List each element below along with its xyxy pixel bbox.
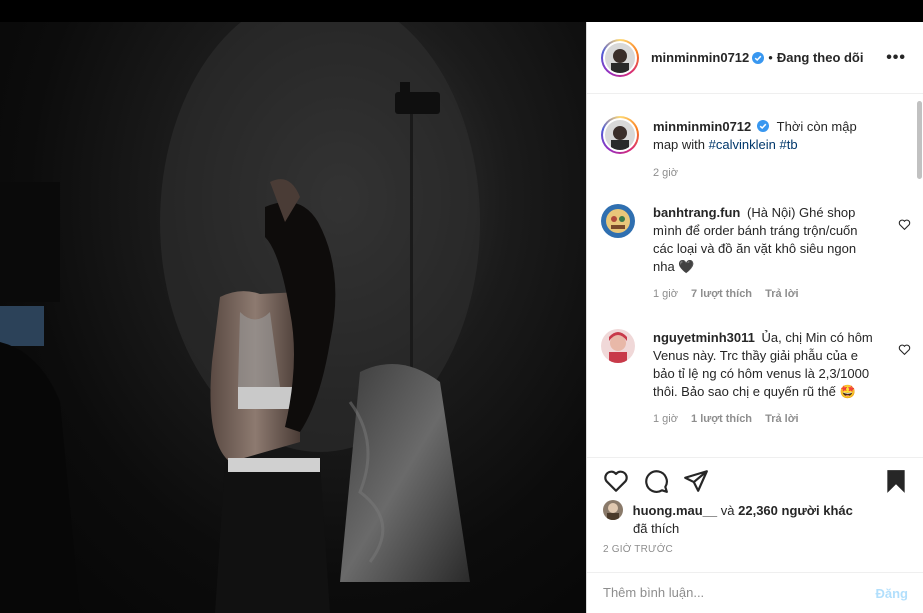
bookmark-icon[interactable] xyxy=(883,468,909,494)
instagram-post-modal: minminmin0712 • Đang theo dõi ••• minmin… xyxy=(0,0,923,613)
comment-input[interactable] xyxy=(603,585,853,600)
separator-dot: • xyxy=(768,50,773,65)
commenter-avatar[interactable] xyxy=(601,329,635,363)
top-bar xyxy=(0,0,923,22)
comment-meta: 1 giờ 1 lượt thích Trả lời xyxy=(653,413,901,425)
likes-suffix: đã thích xyxy=(633,521,680,536)
comment-body: banhtrang.fun (Hà Nội) Ghé shop mình để … xyxy=(653,204,875,276)
scrollbar[interactable] xyxy=(917,101,922,179)
post-timestamp[interactable]: 2 GIỜ TRƯỚC xyxy=(603,544,673,555)
comment-item: banhtrang.fun (Hà Nội) Ghé shop mình để … xyxy=(601,204,911,300)
comments-list[interactable]: minminmin0712 Thời còn mập map with #cal… xyxy=(587,95,923,457)
add-comment-bar: Đăng xyxy=(587,572,923,613)
likes-connector: và xyxy=(720,503,735,518)
caption-avatar-ring[interactable] xyxy=(601,116,639,154)
comment-username[interactable]: banhtrang.fun xyxy=(653,205,740,220)
comment-body: nguyetminh3011 Ủa, chị Min có hôm Venus … xyxy=(653,329,875,401)
caption-meta: 2 giờ xyxy=(653,167,901,179)
comment-likes[interactable]: 1 lượt thích xyxy=(691,413,752,425)
comment-item: nguyetminh3011 Ủa, chị Min có hôm Venus … xyxy=(601,329,911,425)
post-photo[interactable] xyxy=(0,22,586,613)
liker-username[interactable]: huong.mau__ xyxy=(633,503,718,518)
comment-likes[interactable]: 7 lượt thích xyxy=(691,288,752,300)
share-icon[interactable] xyxy=(683,468,709,494)
reply-button[interactable]: Trả lời xyxy=(765,288,799,300)
verified-badge-icon xyxy=(752,51,765,64)
post-comment-button[interactable]: Đăng xyxy=(876,586,909,601)
caption-body: minminmin0712 Thời còn mập map with #cal… xyxy=(653,116,875,154)
heart-icon[interactable] xyxy=(898,218,911,231)
reply-button[interactable]: Trả lời xyxy=(765,413,799,425)
likes-summary: huong.mau__ và 22,360 người khác đã thíc… xyxy=(603,500,913,538)
comment-time[interactable]: 1 giờ xyxy=(653,288,678,300)
caption-time[interactable]: 2 giờ xyxy=(653,167,678,179)
liker-avatar[interactable] xyxy=(603,500,623,520)
heart-icon[interactable] xyxy=(603,468,629,494)
caption-username[interactable]: minminmin0712 xyxy=(653,119,751,134)
comment-username[interactable]: nguyetminh3011 xyxy=(653,330,755,345)
comment-meta: 1 giờ 7 lượt thích Trả lời xyxy=(653,288,901,300)
verified-badge-icon xyxy=(757,120,770,132)
header-text: minminmin0712 • Đang theo dõi xyxy=(651,50,864,65)
caption-avatar xyxy=(605,120,635,150)
heart-icon[interactable] xyxy=(898,343,911,356)
author-avatar xyxy=(605,42,635,73)
caption: minminmin0712 Thời còn mập map with #cal… xyxy=(601,116,901,179)
likes-count[interactable]: 22,360 người khác xyxy=(738,503,853,518)
action-bar xyxy=(587,457,923,497)
comment-icon[interactable] xyxy=(643,468,669,494)
post-header: minminmin0712 • Đang theo dõi ••• xyxy=(587,22,923,94)
hashtag-calvinklein[interactable]: #calvinklein xyxy=(709,137,776,152)
author-username[interactable]: minminmin0712 xyxy=(651,50,749,65)
more-options-icon[interactable]: ••• xyxy=(886,49,906,67)
photo-illustration xyxy=(0,22,480,613)
following-button[interactable]: Đang theo dõi xyxy=(777,50,864,65)
hashtag-tb[interactable]: #tb xyxy=(779,137,797,152)
author-avatar-ring[interactable] xyxy=(601,38,639,77)
commenter-avatar[interactable] xyxy=(601,204,635,238)
comment-time[interactable]: 1 giờ xyxy=(653,413,678,425)
post-side-panel: minminmin0712 • Đang theo dõi ••• minmin… xyxy=(586,22,923,613)
